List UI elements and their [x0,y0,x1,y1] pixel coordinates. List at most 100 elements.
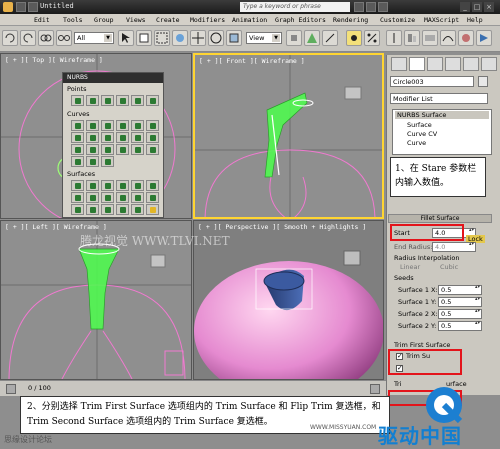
create-tab-icon[interactable] [391,57,407,71]
prev-frame-button[interactable] [6,384,16,394]
move-icon[interactable] [190,30,206,46]
seed-spinner[interactable]: 0.5 [438,297,482,307]
menu-customize[interactable]: Customize [380,16,415,24]
undo-icon[interactable] [28,2,38,12]
curve-tool-icon[interactable] [116,120,129,131]
curve-tool-icon[interactable] [86,144,99,155]
menu-views[interactable]: Views [126,16,146,24]
fillet-surface-tool-icon[interactable] [146,204,159,215]
menu-animation[interactable]: Animation [232,16,267,24]
surface-tool-icon[interactable] [86,192,99,203]
seed-spinner[interactable]: 0.5 [438,321,482,331]
menu-create[interactable]: Create [156,16,179,24]
object-color-swatch[interactable] [478,76,488,87]
surface-tool-icon[interactable] [116,192,129,203]
viewport-label-front[interactable]: [ + ][ Front ][ Wireframe ] [199,57,305,65]
surface-tool-icon[interactable] [101,180,114,191]
select-by-name-icon[interactable] [136,30,152,46]
menu-graph-editors[interactable]: Graph Editors [275,16,326,24]
curve-editor-icon[interactable] [440,30,456,46]
viewport-label-perspective[interactable]: [ + ][ Perspective ][ Smooth + Highlight… [198,223,366,231]
curve-tool-icon[interactable] [86,120,99,131]
surface-tool-icon[interactable] [86,204,99,215]
curve-tool-icon[interactable] [146,120,159,131]
manipulate-icon[interactable] [304,30,320,46]
surface-tool-icon[interactable] [116,180,129,191]
time-slider[interactable]: 0 / 100 [0,380,386,396]
redo-button[interactable] [20,30,36,46]
surface-tool-icon[interactable] [71,180,84,191]
curve-tool-icon[interactable] [101,144,114,155]
scale-icon[interactable] [226,30,242,46]
menu-tools[interactable]: Tools [63,16,83,24]
utilities-tab-icon[interactable] [481,57,497,71]
pivot-icon[interactable] [286,30,302,46]
align-icon[interactable] [404,30,420,46]
curve-tool-icon[interactable] [131,120,144,131]
next-frame-button[interactable] [370,384,380,394]
undo-button[interactable] [2,30,18,46]
stack-item-curve-cv[interactable]: Curve CV [407,130,437,138]
select-object-icon[interactable] [118,30,134,46]
curve-tool-icon[interactable] [146,144,159,155]
motion-tab-icon[interactable] [445,57,461,71]
cubic-radio[interactable]: Cubic [440,263,458,271]
curve-tool-icon[interactable] [86,132,99,143]
point-tool-icon[interactable] [146,95,159,106]
viewport-label-top[interactable]: [ + ][ Top ][ Wireframe ] [5,56,103,64]
curve-tool-icon[interactable] [101,132,114,143]
stack-item-curve[interactable]: Curve [407,139,426,147]
curve-tool-icon[interactable] [71,120,84,131]
percent-snap-icon[interactable] [364,30,380,46]
window-crossing-icon[interactable] [172,30,188,46]
binoculars-icon[interactable] [354,2,364,12]
display-tab-icon[interactable] [463,57,479,71]
surface-tool-icon[interactable] [131,180,144,191]
seed-spinner[interactable]: 0.5 [438,285,482,295]
curve-tool-icon[interactable] [101,120,114,131]
object-name-field[interactable]: Circle003 [390,76,474,87]
mirror-icon[interactable] [386,30,402,46]
save-icon[interactable] [16,2,26,12]
viewport-front[interactable]: [ + ][ Front ][ Wireframe ] [193,53,384,219]
end-radius-spinner[interactable]: 4.0 [432,242,476,252]
close-button[interactable]: × [484,2,494,12]
link-icon[interactable] [38,30,54,46]
render-icon[interactable] [476,30,492,46]
menu-help[interactable]: Help [467,16,483,24]
curve-tool-icon[interactable] [131,144,144,155]
surface-tool-icon[interactable] [86,180,99,191]
curve-tool-icon[interactable] [116,144,129,155]
menu-edit[interactable]: Edit [34,16,50,24]
stack-item-surface[interactable]: Surface [407,121,432,129]
rotate-icon[interactable] [208,30,224,46]
nurbs-toolbox[interactable]: NURBS Points Curves Surfaces [62,72,164,218]
menu-maxscript[interactable]: MAXScript [424,16,459,24]
menu-modifiers[interactable]: Modifiers [190,16,225,24]
curve-tool-icon[interactable] [116,132,129,143]
snap-icon[interactable] [322,30,338,46]
surface-tool-icon[interactable] [71,192,84,203]
point-tool-icon[interactable] [71,95,84,106]
seed-spinner[interactable]: 0.5 [438,309,482,319]
curve-tool-icon[interactable] [101,156,114,167]
curve-tool-icon[interactable] [71,156,84,167]
surface-tool-icon[interactable] [131,204,144,215]
unlink-icon[interactable] [56,30,72,46]
viewport-label-left[interactable]: [ + ][ Left ][ Wireframe ] [5,223,107,231]
modify-tab-icon[interactable] [409,57,425,71]
menu-rendering[interactable]: Rendering [333,16,368,24]
material-editor-icon[interactable] [458,30,474,46]
curve-tool-icon[interactable] [71,132,84,143]
point-tool-icon[interactable] [116,95,129,106]
surface-tool-icon[interactable] [101,192,114,203]
surface-tool-icon[interactable] [71,204,84,215]
surface-tool-icon[interactable] [101,204,114,215]
minimize-button[interactable]: _ [460,2,470,12]
surface-tool-icon[interactable] [146,180,159,191]
fillet-surface-rollout[interactable]: Fillet Surface [388,214,492,223]
maximize-button[interactable]: □ [472,2,482,12]
ref-coord-dropdown[interactable]: View ▼ [246,32,282,44]
modifier-list-dropdown[interactable]: Modifier List [390,93,488,104]
hierarchy-tab-icon[interactable] [427,57,443,71]
